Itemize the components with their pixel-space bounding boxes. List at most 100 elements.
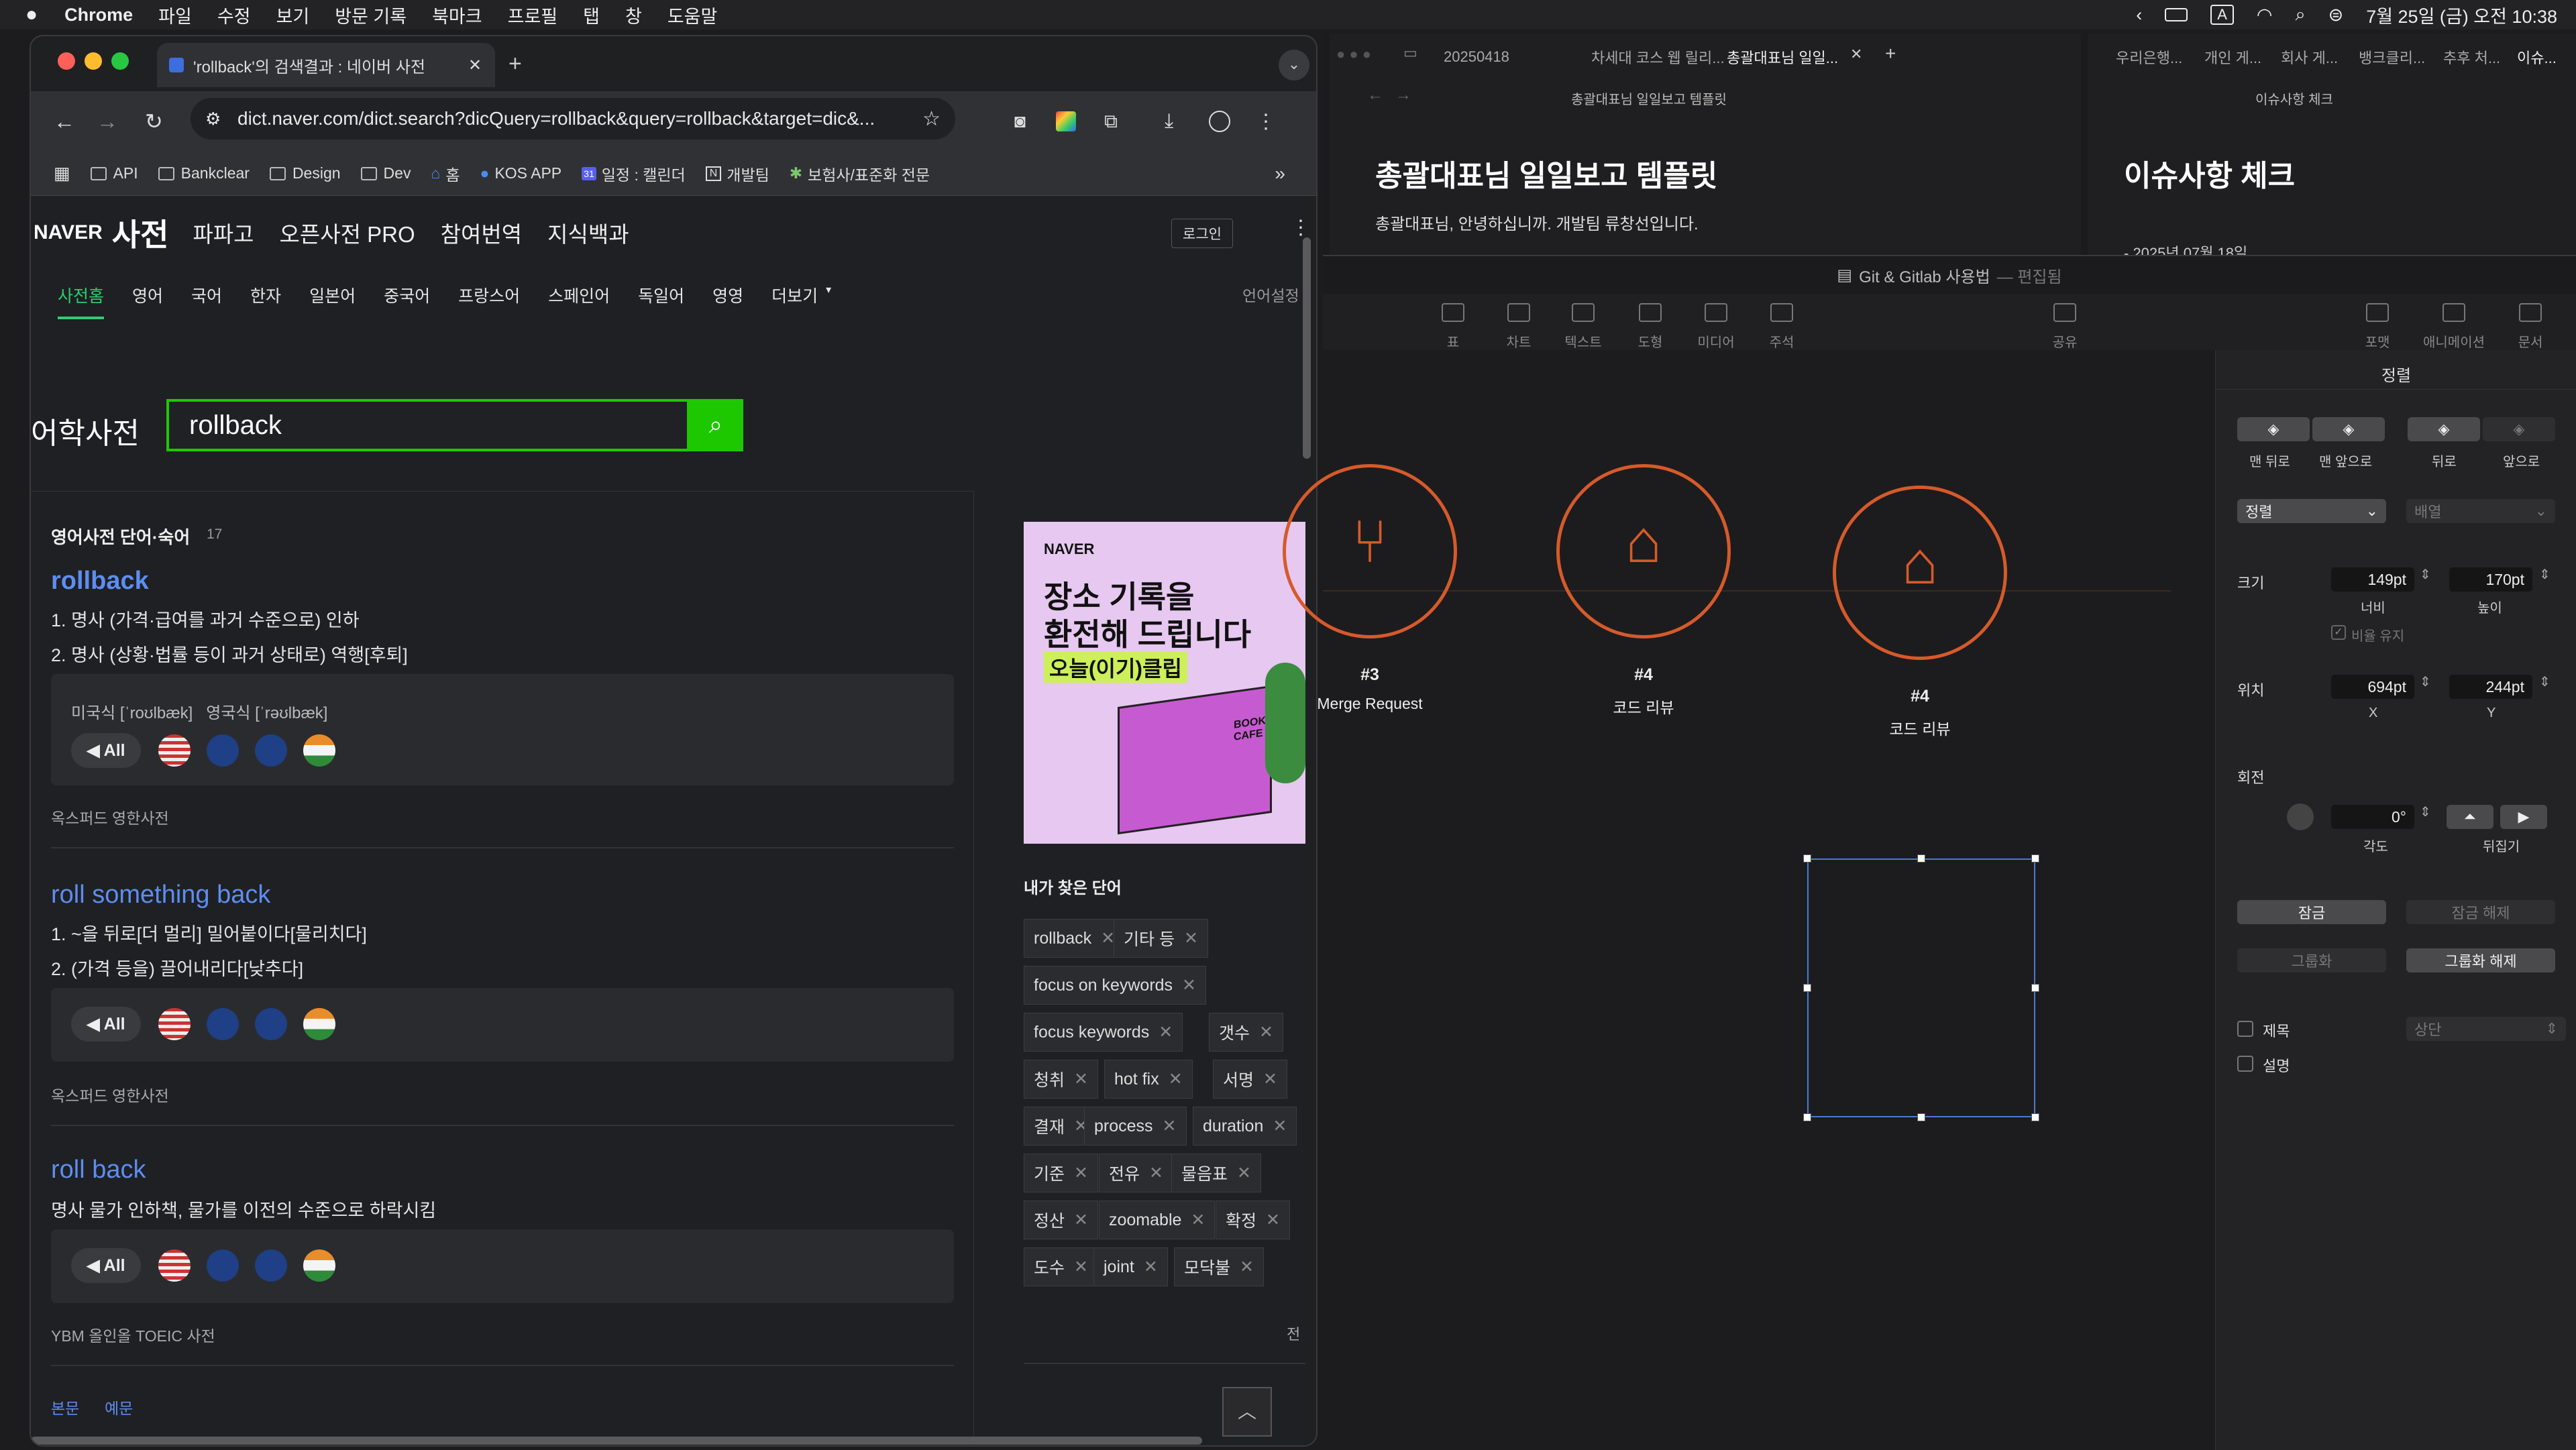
selection-box[interactable] (1807, 858, 2035, 1117)
cat-german[interactable]: 독일어 (638, 283, 684, 319)
remove-icon[interactable]: ✕ (1182, 975, 1196, 995)
search-button[interactable]: ⌕ (688, 399, 743, 451)
forward-icon[interactable]: → (97, 109, 118, 134)
cat-more[interactable]: 더보기 (771, 283, 818, 319)
search-history-chip[interactable]: 청취 ✕ (1024, 1060, 1098, 1099)
remove-icon[interactable]: ✕ (1240, 1257, 1254, 1277)
menu-tab[interactable]: 탭 (583, 2, 600, 28)
remove-icon[interactable]: ✕ (1074, 1163, 1088, 1183)
search-history-chip[interactable]: zoomable ✕ (1099, 1201, 1216, 1239)
remove-icon[interactable]: ✕ (1074, 1257, 1088, 1277)
unlock-button[interactable]: 잠금 해제 (2406, 900, 2555, 924)
nav-open-dict[interactable]: 오픈사전 PRO (280, 217, 415, 249)
menu-bookmarks[interactable]: 북마크 (432, 2, 482, 28)
bring-forward-button[interactable]: ◈ (2483, 417, 2555, 441)
inspector-tab-1[interactable]: 애니메이션 (2414, 303, 2494, 351)
menu-app-name[interactable]: Chrome (64, 5, 133, 25)
inspector-tab-2[interactable]: 문서 (2490, 303, 2571, 351)
toolbar-tool-5[interactable]: 주석 (1741, 303, 1822, 351)
service-name[interactable]: 사전 (112, 211, 169, 255)
note-tab[interactable]: 추후 처... (2443, 34, 2500, 80)
window-close-button[interactable] (58, 52, 75, 70)
ungroup-button[interactable]: 그룹화 해제 (2406, 948, 2555, 972)
stepper-icon[interactable]: ⇕ (2539, 673, 2551, 690)
search-history-chip[interactable]: 기준 ✕ (1024, 1154, 1098, 1192)
node-circle[interactable]: ⑂ (1283, 464, 1457, 638)
tab-close-icon[interactable]: ✕ (468, 56, 482, 75)
bookmark-kos-app[interactable]: ● KOS APP (480, 164, 562, 182)
resize-handle[interactable] (2031, 854, 2039, 862)
note-tab[interactable]: 개인 게... (2204, 34, 2261, 80)
align-select[interactable]: 정렬 ⌄ (2237, 499, 2386, 523)
search-history-chip[interactable]: 갯수 ✕ (1209, 1013, 1283, 1052)
bookmark-dev[interactable]: Dev (360, 164, 411, 182)
screenshot-extension-icon[interactable]: ◙ (1014, 111, 1026, 132)
in-flag-icon[interactable] (303, 1008, 336, 1040)
menu-profile[interactable]: 프로필 (508, 2, 558, 28)
spotlight-search-icon[interactable]: ⌕ (2295, 4, 2305, 25)
search-history-chip[interactable]: 기타 등 ✕ (1114, 919, 1208, 958)
search-history-chip[interactable]: 확정 ✕ (1216, 1201, 1290, 1239)
download-icon[interactable]: ⤓ (1165, 110, 1173, 133)
extensions-icon[interactable]: ⧉ (1104, 111, 1118, 133)
naver-logo[interactable]: NAVER (34, 221, 103, 244)
note-tab-active[interactable]: 이슈... (2517, 34, 2557, 80)
cat-en-en[interactable]: 영영 (712, 283, 743, 319)
cat-chinese[interactable]: 중국어 (384, 283, 430, 319)
note-tab[interactable]: 20250418 (1444, 34, 1509, 80)
tab-search-button[interactable]: ⌄ (1279, 50, 1309, 80)
resize-handle[interactable] (2031, 1113, 2039, 1121)
remove-icon[interactable]: ✕ (1263, 1069, 1277, 1089)
resize-handle[interactable] (1917, 854, 1925, 862)
remove-icon[interactable]: ✕ (1259, 1022, 1273, 1042)
remove-icon[interactable]: ✕ (1159, 1022, 1173, 1042)
apple-icon[interactable]: ● (25, 3, 38, 26)
resize-handle[interactable] (1803, 1113, 1811, 1121)
stepper-icon[interactable]: ⇕ (2420, 803, 2431, 820)
remove-icon[interactable]: ✕ (1273, 1116, 1287, 1136)
us-flag-icon[interactable] (158, 1008, 191, 1040)
remove-icon[interactable]: ✕ (1149, 1163, 1163, 1183)
search-history-chip[interactable]: rollback ✕ (1024, 919, 1126, 958)
browser-tab-active[interactable]: 'rollback'의 검색결과 : 네이버 사전 ✕ (157, 43, 495, 87)
nav-encyclopedia[interactable]: 지식백과 (547, 217, 629, 249)
remove-icon[interactable]: ✕ (1266, 1210, 1280, 1230)
in-flag-icon[interactable] (303, 1249, 336, 1282)
nav-translate[interactable]: 참여번역 (441, 217, 522, 249)
nav-papago[interactable]: 파파고 (193, 217, 254, 249)
search-history-chip[interactable]: process ✕ (1084, 1107, 1187, 1146)
menu-window[interactable]: 창 (625, 2, 642, 28)
bookmark-design[interactable]: Design (269, 164, 341, 182)
note-tab[interactable]: 우리은행... (2116, 34, 2182, 80)
remove-icon[interactable]: ✕ (1191, 1210, 1205, 1230)
description-checkbox[interactable] (2237, 1056, 2253, 1072)
window-minimize-button[interactable] (85, 52, 102, 70)
more-menu-icon[interactable]: ⋮ (1291, 216, 1305, 239)
note-tab-active[interactable]: 총괄대표님 일일... (1727, 34, 1838, 80)
cat-korean[interactable]: 국어 (191, 283, 222, 319)
uk-flag-icon[interactable] (207, 1008, 239, 1040)
remove-icon[interactable]: ✕ (1101, 928, 1115, 948)
stepper-icon[interactable]: ⇕ (2420, 673, 2431, 690)
scroll-top-button[interactable]: ︿ (1222, 1387, 1272, 1437)
menubar-datetime[interactable]: 7월 25일 (금) 오전 10:38 (2366, 2, 2557, 28)
menu-file[interactable]: 파일 (158, 2, 192, 28)
note-tab[interactable]: 차세대 코스 웹 릴리... (1591, 34, 1725, 80)
note-tab[interactable]: 뱅크클리... (2359, 34, 2425, 80)
traffic-light-icon[interactable]: ● ● ● (1336, 46, 1371, 63)
cat-english[interactable]: 영어 (132, 283, 163, 319)
menu-help[interactable]: 도움말 (667, 2, 718, 28)
height-field[interactable]: 170pt (2449, 567, 2532, 592)
resize-handle[interactable] (1803, 854, 1811, 862)
tab-close-icon[interactable]: ✕ (1850, 46, 1862, 63)
caret-down-icon[interactable]: ▾ (826, 283, 831, 319)
bookmark-dev-team[interactable]: N 개발팀 (705, 162, 769, 185)
title-position-select[interactable]: 상단 ⇕ (2406, 1017, 2566, 1041)
search-history-chip[interactable]: joint ✕ (1093, 1247, 1168, 1286)
keep-ratio-checkbox[interactable]: ✓ (2331, 625, 2346, 640)
play-all-button[interactable]: ◀ All (71, 1248, 141, 1283)
remove-icon[interactable]: ✕ (1169, 1069, 1183, 1089)
bookmark-home[interactable]: ⌂ 홈 (431, 162, 460, 185)
back-icon[interactable]: ← (54, 109, 75, 134)
angle-field[interactable]: 0° (2331, 805, 2414, 829)
